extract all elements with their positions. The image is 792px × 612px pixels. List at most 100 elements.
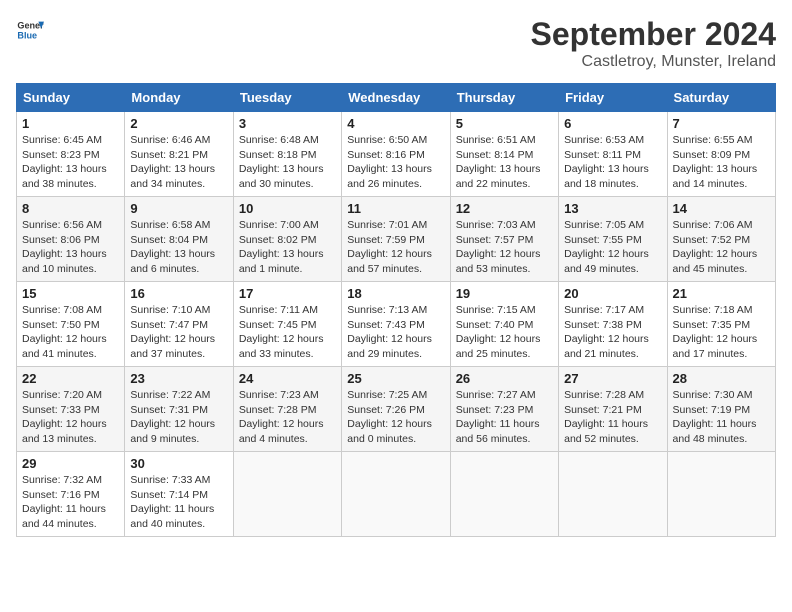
header-cell-thursday: Thursday <box>450 84 558 112</box>
day-info: Sunrise: 7:05 AM Sunset: 7:55 PM Dayligh… <box>564 218 661 277</box>
day-number: 12 <box>456 201 553 216</box>
day-number: 15 <box>22 286 119 301</box>
calendar-cell: 30 Sunrise: 7:33 AM Sunset: 7:14 PM Dayli… <box>125 452 233 537</box>
day-number: 29 <box>22 456 119 471</box>
calendar-header-row: SundayMondayTuesdayWednesdayThursdayFrid… <box>17 84 776 112</box>
header-cell-monday: Monday <box>125 84 233 112</box>
day-number: 9 <box>130 201 227 216</box>
calendar-cell <box>233 452 341 537</box>
day-number: 17 <box>239 286 336 301</box>
header-cell-sunday: Sunday <box>17 84 125 112</box>
calendar-cell: 5 Sunrise: 6:51 AM Sunset: 8:14 PM Daylig… <box>450 112 558 197</box>
day-number: 20 <box>564 286 661 301</box>
calendar-week-row: 22Sunrise: 7:20 AM Sunset: 7:33 PM Dayli… <box>17 367 776 452</box>
calendar-week-row: 8Sunrise: 6:56 AM Sunset: 8:06 PM Daylig… <box>17 197 776 282</box>
day-number: 6 <box>564 116 661 131</box>
day-info: Sunrise: 6:46 AM Sunset: 8:21 PM Dayligh… <box>130 133 227 192</box>
day-info: Sunrise: 7:08 AM Sunset: 7:50 PM Dayligh… <box>22 303 119 362</box>
day-info: Sunrise: 7:17 AM Sunset: 7:38 PM Dayligh… <box>564 303 661 362</box>
calendar-cell: 14Sunrise: 7:06 AM Sunset: 7:52 PM Dayli… <box>667 197 775 282</box>
day-number: 11 <box>347 201 444 216</box>
calendar-cell: 25 Sunrise: 7:25 AM Sunset: 7:26 PM Dayli… <box>342 367 450 452</box>
day-info: Sunrise: 6:51 AM Sunset: 8:14 PM Dayligh… <box>456 133 553 192</box>
calendar-cell: 28Sunrise: 7:30 AM Sunset: 7:19 PM Dayli… <box>667 367 775 452</box>
calendar-cell: 6 Sunrise: 6:53 AM Sunset: 8:11 PM Daylig… <box>559 112 667 197</box>
day-info: Sunrise: 7:28 AM Sunset: 7:21 PM Dayligh… <box>564 388 661 447</box>
header-cell-wednesday: Wednesday <box>342 84 450 112</box>
calendar-cell: 16 Sunrise: 7:10 AM Sunset: 7:47 PM Dayli… <box>125 282 233 367</box>
calendar-cell: 18Sunrise: 7:13 AM Sunset: 7:43 PM Dayli… <box>342 282 450 367</box>
calendar-cell: 27 Sunrise: 7:28 AM Sunset: 7:21 PM Dayli… <box>559 367 667 452</box>
calendar-cell: 1 Sunrise: 6:45 AM Sunset: 8:23 PM Daylig… <box>17 112 125 197</box>
calendar-cell: 11 Sunrise: 7:01 AM Sunset: 7:59 PM Dayli… <box>342 197 450 282</box>
day-number: 3 <box>239 116 336 131</box>
calendar-cell: 20 Sunrise: 7:17 AM Sunset: 7:38 PM Dayli… <box>559 282 667 367</box>
day-info: Sunrise: 7:15 AM Sunset: 7:40 PM Dayligh… <box>456 303 553 362</box>
day-info: Sunrise: 7:03 AM Sunset: 7:57 PM Dayligh… <box>456 218 553 277</box>
header-cell-friday: Friday <box>559 84 667 112</box>
day-info: Sunrise: 6:55 AM Sunset: 8:09 PM Dayligh… <box>673 133 770 192</box>
day-info: Sunrise: 6:56 AM Sunset: 8:06 PM Dayligh… <box>22 218 119 277</box>
day-info: Sunrise: 7:06 AM Sunset: 7:52 PM Dayligh… <box>673 218 770 277</box>
day-number: 5 <box>456 116 553 131</box>
logo: General Blue <box>16 16 44 44</box>
calendar-cell: 22Sunrise: 7:20 AM Sunset: 7:33 PM Dayli… <box>17 367 125 452</box>
calendar-week-row: 15 Sunrise: 7:08 AM Sunset: 7:50 PM Dayli… <box>17 282 776 367</box>
day-number: 13 <box>564 201 661 216</box>
calendar-cell: 29Sunrise: 7:32 AM Sunset: 7:16 PM Dayli… <box>17 452 125 537</box>
day-info: Sunrise: 6:45 AM Sunset: 8:23 PM Dayligh… <box>22 133 119 192</box>
location-title: Castletroy, Munster, Ireland <box>531 53 776 71</box>
calendar-cell: 8Sunrise: 6:56 AM Sunset: 8:06 PM Daylig… <box>17 197 125 282</box>
day-number: 7 <box>673 116 770 131</box>
day-info: Sunrise: 7:01 AM Sunset: 7:59 PM Dayligh… <box>347 218 444 277</box>
day-number: 18 <box>347 286 444 301</box>
calendar-cell: 7 Sunrise: 6:55 AM Sunset: 8:09 PM Daylig… <box>667 112 775 197</box>
calendar-cell: 24 Sunrise: 7:23 AM Sunset: 7:28 PM Dayli… <box>233 367 341 452</box>
calendar-cell: 4 Sunrise: 6:50 AM Sunset: 8:16 PM Daylig… <box>342 112 450 197</box>
day-number: 22 <box>22 371 119 386</box>
day-info: Sunrise: 7:25 AM Sunset: 7:26 PM Dayligh… <box>347 388 444 447</box>
day-info: Sunrise: 7:18 AM Sunset: 7:35 PM Dayligh… <box>673 303 770 362</box>
calendar-cell: 23Sunrise: 7:22 AM Sunset: 7:31 PM Dayli… <box>125 367 233 452</box>
calendar-cell: 10 Sunrise: 7:00 AM Sunset: 8:02 PM Dayli… <box>233 197 341 282</box>
day-number: 10 <box>239 201 336 216</box>
calendar-cell <box>667 452 775 537</box>
day-info: Sunrise: 6:53 AM Sunset: 8:11 PM Dayligh… <box>564 133 661 192</box>
day-info: Sunrise: 7:00 AM Sunset: 8:02 PM Dayligh… <box>239 218 336 277</box>
day-number: 23 <box>130 371 227 386</box>
calendar-cell: 26Sunrise: 7:27 AM Sunset: 7:23 PM Dayli… <box>450 367 558 452</box>
day-info: Sunrise: 6:50 AM Sunset: 8:16 PM Dayligh… <box>347 133 444 192</box>
calendar-cell <box>342 452 450 537</box>
svg-text:Blue: Blue <box>17 30 37 40</box>
header-cell-tuesday: Tuesday <box>233 84 341 112</box>
day-number: 27 <box>564 371 661 386</box>
calendar-cell: 2Sunrise: 6:46 AM Sunset: 8:21 PM Daylig… <box>125 112 233 197</box>
day-number: 21 <box>673 286 770 301</box>
day-number: 25 <box>347 371 444 386</box>
calendar-cell: 21 Sunrise: 7:18 AM Sunset: 7:35 PM Dayli… <box>667 282 775 367</box>
calendar-week-row: 29Sunrise: 7:32 AM Sunset: 7:16 PM Dayli… <box>17 452 776 537</box>
day-info: Sunrise: 7:33 AM Sunset: 7:14 PM Dayligh… <box>130 473 227 532</box>
day-number: 30 <box>130 456 227 471</box>
day-number: 1 <box>22 116 119 131</box>
calendar-week-row: 1 Sunrise: 6:45 AM Sunset: 8:23 PM Daylig… <box>17 112 776 197</box>
calendar-cell: 3Sunrise: 6:48 AM Sunset: 8:18 PM Daylig… <box>233 112 341 197</box>
calendar-cell: 15 Sunrise: 7:08 AM Sunset: 7:50 PM Dayli… <box>17 282 125 367</box>
calendar-cell: 13 Sunrise: 7:05 AM Sunset: 7:55 PM Dayli… <box>559 197 667 282</box>
day-info: Sunrise: 6:58 AM Sunset: 8:04 PM Dayligh… <box>130 218 227 277</box>
day-number: 19 <box>456 286 553 301</box>
day-number: 16 <box>130 286 227 301</box>
header: General Blue September 2024 Castletroy, … <box>16 16 776 71</box>
day-info: Sunrise: 7:10 AM Sunset: 7:47 PM Dayligh… <box>130 303 227 362</box>
day-number: 26 <box>456 371 553 386</box>
calendar-table: SundayMondayTuesdayWednesdayThursdayFrid… <box>16 83 776 537</box>
day-number: 4 <box>347 116 444 131</box>
title-area: September 2024 Castletroy, Munster, Irel… <box>531 16 776 71</box>
day-info: Sunrise: 7:30 AM Sunset: 7:19 PM Dayligh… <box>673 388 770 447</box>
calendar-cell: 12 Sunrise: 7:03 AM Sunset: 7:57 PM Dayli… <box>450 197 558 282</box>
day-info: Sunrise: 7:11 AM Sunset: 7:45 PM Dayligh… <box>239 303 336 362</box>
day-info: Sunrise: 7:23 AM Sunset: 7:28 PM Dayligh… <box>239 388 336 447</box>
day-number: 24 <box>239 371 336 386</box>
month-title: September 2024 <box>531 16 776 53</box>
calendar-cell: 19 Sunrise: 7:15 AM Sunset: 7:40 PM Dayli… <box>450 282 558 367</box>
